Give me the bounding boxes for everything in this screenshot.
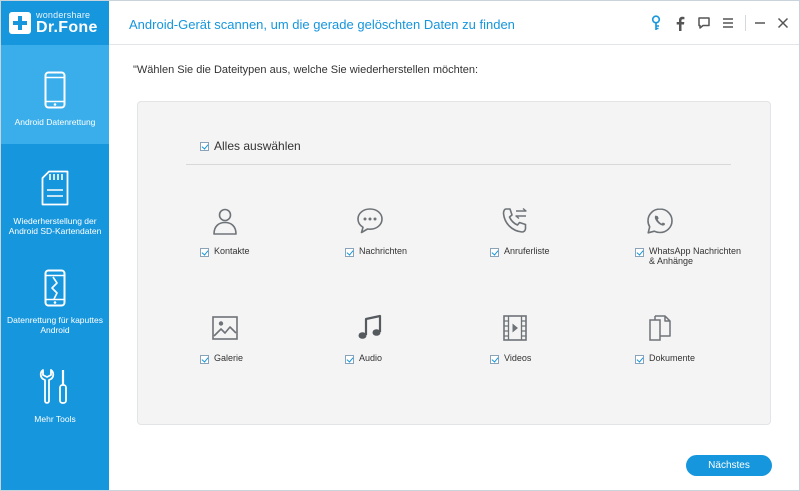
document-icon — [645, 313, 675, 343]
file-type-label: Galerie — [214, 353, 244, 363]
checkbox[interactable] — [200, 355, 209, 364]
whatsapp-icon — [645, 206, 675, 236]
checkbox[interactable] — [635, 355, 644, 364]
sidebar-item-broken-android[interactable]: Datenrettung für kaputtes Android — [1, 243, 109, 342]
drfone-plus-icon — [9, 12, 31, 34]
facebook-icon[interactable] — [671, 14, 689, 32]
sidebar-item-label: Wiederherstellung der Android SD-Kartend… — [8, 216, 102, 236]
sidebar-item-label: Android Datenrettung — [14, 117, 96, 127]
brand-logo: wondershare Dr.Fone — [1, 1, 109, 45]
music-icon — [355, 313, 385, 343]
sidebar-item-label: Mehr Tools — [34, 414, 76, 424]
sidebar-item-android-recovery[interactable]: Android Datenrettung — [1, 45, 109, 144]
feedback-icon[interactable] — [695, 14, 713, 32]
checkbox[interactable] — [200, 248, 209, 257]
toolbar-divider — [745, 15, 746, 31]
file-type-label: WhatsApp Nachrichten & Anhänge — [649, 246, 742, 266]
app-window: wondershare Dr.Fone Android-Gerät scanne… — [0, 0, 800, 491]
minimize-icon[interactable] — [751, 14, 769, 32]
message-icon — [355, 206, 385, 236]
call-log-icon — [500, 206, 530, 236]
checkbox[interactable] — [200, 141, 209, 151]
checkbox[interactable] — [345, 355, 354, 364]
page-title: Android-Gerät scannen, um die gerade gel… — [129, 17, 515, 32]
sidebar-item-label: Datenrettung für kaputtes Android — [7, 315, 103, 335]
file-type-label: Dokumente — [649, 353, 696, 363]
next-button[interactable]: Nächstes — [686, 455, 772, 476]
sidebar-item-more-tools[interactable]: Mehr Tools — [1, 342, 109, 441]
file-type-label: Nachrichten — [359, 246, 408, 256]
sidebar: Android Datenrettung Wiederherstellung d… — [1, 45, 109, 490]
checkbox[interactable] — [490, 355, 499, 364]
videos-checkbox[interactable]: Videos — [490, 353, 531, 364]
checkbox[interactable] — [635, 248, 644, 257]
documents-checkbox[interactable]: Dokumente — [635, 353, 695, 364]
whatsapp-checkbox[interactable]: WhatsApp Nachrichten & Anhänge — [635, 246, 749, 266]
title-bar: wondershare Dr.Fone Android-Gerät scanne… — [1, 1, 799, 45]
gallery-checkbox[interactable]: Galerie — [200, 353, 243, 364]
brand-name: Dr.Fone — [36, 19, 98, 36]
video-icon — [500, 313, 530, 343]
select-all-label: Alles auswählen — [214, 139, 301, 153]
checkbox[interactable] — [490, 248, 499, 257]
file-type-label: Audio — [359, 353, 383, 363]
close-icon[interactable] — [774, 14, 792, 32]
file-type-label: Anruferliste — [504, 246, 550, 256]
divider — [186, 164, 731, 165]
call-log-checkbox[interactable]: Anruferliste — [490, 246, 550, 257]
sidebar-item-sd-card-recovery[interactable]: Wiederherstellung der Android SD-Kartend… — [1, 144, 109, 243]
file-type-label: Videos — [504, 353, 532, 363]
contact-icon — [210, 206, 240, 236]
menu-icon[interactable] — [719, 14, 737, 32]
tools-icon — [1, 368, 109, 406]
contacts-checkbox[interactable]: Kontakte — [200, 246, 250, 257]
key-icon[interactable] — [647, 14, 665, 32]
instruction-text: "Wählen Sie die Dateitypen aus, welche S… — [133, 64, 479, 76]
phone-icon — [1, 71, 109, 109]
checkbox[interactable] — [345, 248, 354, 257]
file-type-panel: Alles auswählen Kontakte Nachrichten Anr… — [137, 101, 771, 425]
gallery-icon — [210, 313, 240, 343]
file-type-label: Kontakte — [214, 246, 250, 256]
messages-checkbox[interactable]: Nachrichten — [345, 246, 407, 257]
select-all-checkbox[interactable]: Alles auswählen — [200, 139, 301, 153]
broken-phone-icon — [1, 269, 109, 307]
audio-checkbox[interactable]: Audio — [345, 353, 382, 364]
sd-card-icon — [1, 170, 109, 206]
